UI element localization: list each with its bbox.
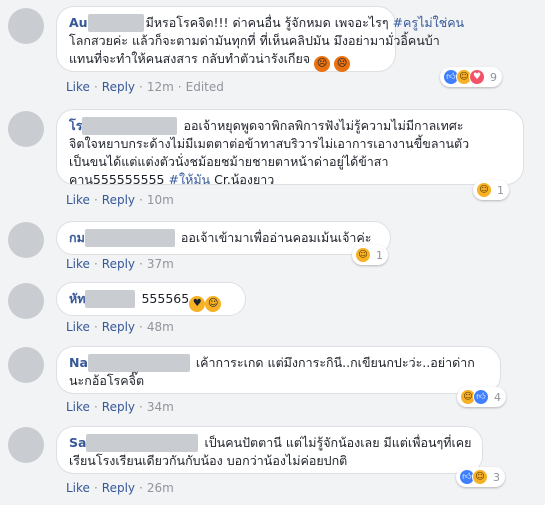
haha-reaction-icon: ☺ — [476, 182, 492, 198]
reply-link[interactable]: Reply — [102, 257, 135, 271]
comment-actions: Like · Reply · 37m — [66, 257, 174, 271]
comment-text: 555565 — [141, 291, 190, 306]
comment-bubble: Sa เป็นคนปัตตานี แต่ไม่รู้จักน้องเลย มีแต… — [56, 426, 483, 474]
timestamp[interactable]: 37m — [147, 257, 174, 271]
reaction-count: 1 — [497, 183, 504, 197]
kissing-face-emoji: ♥ — [189, 296, 206, 312]
comment-bubble: โร ออเจ้าหยุดพูดจาพิกลพิการฟังไม่รู้ความไ… — [56, 109, 524, 187]
commenter-name[interactable]: กม — [69, 230, 85, 245]
comment-text: เรียนโรงเรียนเดียวกันกับน้อง บอกว่าน้องไ… — [69, 453, 348, 468]
comment-bubble: Au มีหรอโรคจิต!!! ด่าคนอื่น รู้จักหมด เพจ… — [56, 6, 464, 72]
avatar[interactable] — [8, 8, 44, 44]
redacted-name — [87, 14, 144, 32]
reaction-summary[interactable]: 👍︎ ☺ ♥ 9 — [440, 67, 502, 87]
reply-link[interactable]: Reply — [102, 481, 135, 495]
like-link[interactable]: Like — [66, 400, 90, 414]
reaction-count: 4 — [494, 390, 501, 404]
like-link[interactable]: Like — [66, 80, 90, 94]
comment-actions: Like · Reply · 26m — [66, 481, 174, 495]
comment-text: นะกอ้อโรคจิ๊ต — [69, 373, 145, 388]
reaction-count: 9 — [490, 70, 497, 84]
comment-text: ออเจ้าหยุดพูดจาพิกลพิการฟังไม่รู้ความไม่… — [183, 118, 464, 133]
comment-text: เป็นคนปัตตานี แต่ไม่รู้จักน้องเลย มีแต่เ… — [204, 435, 472, 450]
redacted-name — [86, 434, 199, 452]
comment-bubble: Na เค้าการะเกด แต่มึงการะกินี..กเขียนกปะว… — [56, 346, 501, 394]
redacted-name — [84, 229, 175, 247]
comment-actions: Like · Reply · 48m — [66, 320, 174, 334]
avatar[interactable] — [8, 427, 44, 463]
like-link[interactable]: Like — [66, 257, 90, 271]
comment-credit: Cr.น้องยาว — [214, 172, 275, 187]
redacted-name — [82, 117, 178, 135]
timestamp[interactable]: 26m — [147, 481, 174, 495]
commenter-name[interactable]: หัท — [69, 291, 85, 306]
hashtag-link[interactable]: #ครูไม่ใช่คน — [393, 15, 465, 30]
timestamp[interactable]: 48m — [147, 320, 174, 334]
haha-reaction-icon: ☺ — [472, 469, 488, 485]
comment-text: เค้าการะเกด แต่มึงการะกินี..กเขียนกปะว่ะ… — [195, 355, 475, 370]
reaction-summary[interactable]: ☺ 1 — [473, 180, 509, 200]
comment-bubble: หัท 555565 ♥ ☺ — [56, 282, 246, 316]
commenter-name[interactable]: โร — [69, 118, 82, 133]
timestamp[interactable]: 10m — [147, 193, 174, 207]
like-link[interactable]: Like — [66, 193, 90, 207]
reaction-summary[interactable]: ☺ 1 — [352, 245, 388, 265]
comment-bubble: กม ออเจ้าเข้ามาเพื่ออ่านคอมเม้นเจ้าค่ะ — [56, 221, 391, 255]
reply-link[interactable]: Reply — [102, 400, 135, 414]
comment-actions: Like · Reply · 34m — [66, 400, 174, 414]
reaction-count: 1 — [376, 248, 383, 262]
commenter-name[interactable]: Na — [69, 355, 88, 370]
commenter-name[interactable]: Sa — [69, 435, 86, 450]
laughing-face-emoji: ☺ — [205, 296, 222, 312]
angry-face-emoji: ☹ — [314, 56, 331, 72]
commenter-name[interactable]: Au — [69, 15, 88, 30]
like-link[interactable]: Like — [66, 320, 90, 334]
love-reaction-icon: ♥ — [469, 69, 485, 85]
like-link[interactable]: Like — [66, 481, 90, 495]
comment-text: ออเจ้าเข้ามาเพื่ออ่านคอมเม้นเจ้าค่ะ — [180, 230, 372, 245]
avatar[interactable] — [8, 347, 44, 383]
reaction-summary[interactable]: 👍︎ ☺ 3 — [456, 467, 505, 487]
like-reaction-icon: 👍︎ — [473, 389, 489, 405]
reply-link[interactable]: Reply — [102, 193, 135, 207]
comment-text: เป็นขนได้แต่แต่งตัวนั่งชม้อยชม้ายชายตาหน… — [69, 154, 389, 169]
timestamp[interactable]: 12m — [147, 80, 174, 94]
hashtag-link[interactable]: #ให้มัน — [169, 172, 211, 187]
comment-text: มีหรอโรคจิต!!! ด่าคนอื่น รู้จักหมด เพจอะ… — [145, 15, 389, 30]
haha-reaction-icon: ☺ — [355, 247, 371, 263]
redacted-name — [87, 354, 190, 372]
avatar[interactable] — [8, 222, 44, 258]
avatar[interactable] — [8, 111, 44, 147]
reaction-summary[interactable]: ☺ 👍︎ 4 — [457, 387, 506, 407]
comment-actions: Like · Reply · 10m — [66, 193, 174, 207]
reply-link[interactable]: Reply — [102, 320, 135, 334]
reply-link[interactable]: Reply — [102, 80, 135, 94]
avatar[interactable] — [8, 283, 44, 319]
comment-text: จิตใจหยาบกระด้างไม่มีเมตตาต่อข้าทาสบริวา… — [69, 136, 470, 151]
redacted-name — [85, 290, 136, 308]
comment-actions: Like · Reply · 12m · Edited — [66, 80, 224, 94]
comment-text: โลกสวยค่ะ แล้วก็จะตามด่ามันทุกที่ ที่เห็… — [69, 33, 440, 48]
comment-text: คาน555555555 — [69, 172, 165, 187]
timestamp[interactable]: 34m — [147, 400, 174, 414]
angry-face-emoji: ☹ — [334, 56, 351, 72]
edited-label[interactable]: Edited — [186, 80, 224, 94]
comment-text: แทนที่จะทำให้คนสงสาร กลับทำตัวน่ารังเกีย… — [69, 51, 311, 66]
reaction-count: 3 — [493, 470, 500, 484]
